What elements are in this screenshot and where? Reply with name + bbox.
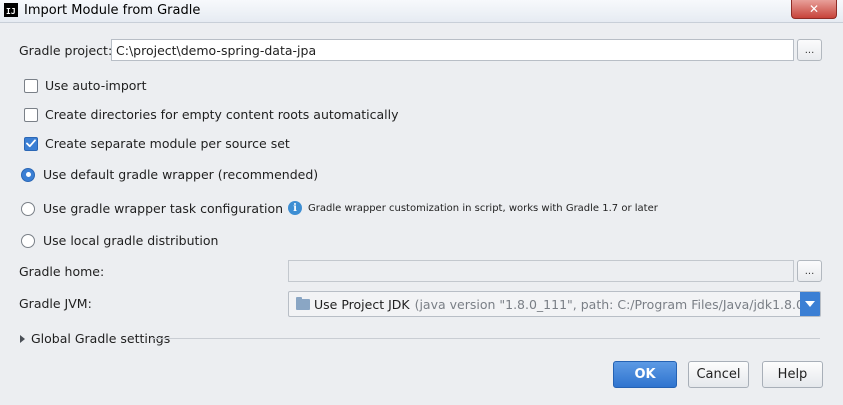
gradle-jvm-label: Gradle JVM: xyxy=(19,296,92,311)
gradle-jvm-dropdown[interactable]: Use Project JDK (java version "1.8.0_111… xyxy=(288,291,821,317)
create-directories-checkbox[interactable]: Create directories for empty content roo… xyxy=(24,107,399,122)
gradle-home-browse-button[interactable]: ... xyxy=(797,260,822,282)
dropdown-arrow[interactable] xyxy=(800,292,820,316)
info-icon: i xyxy=(288,201,302,215)
local-distribution-radio[interactable]: Use local gradle distribution xyxy=(21,233,218,248)
default-wrapper-label: Use default gradle wrapper (recommended) xyxy=(43,167,319,182)
import-module-dialog: IJ Import Module from Gradle ✕ Gradle pr… xyxy=(0,0,843,405)
use-auto-import-checkbox[interactable]: Use auto-import xyxy=(24,78,146,93)
radio-button[interactable] xyxy=(21,201,35,216)
use-auto-import-label: Use auto-import xyxy=(45,78,147,93)
help-button[interactable]: Help xyxy=(762,361,823,388)
triangle-right-icon xyxy=(20,334,25,343)
wrapper-hint: i Gradle wrapper customization in script… xyxy=(288,201,658,215)
gradle-home-label: Gradle home: xyxy=(19,264,105,279)
gradle-jvm-detail: (java version "1.8.0_111", path: C:/Prog… xyxy=(414,296,821,312)
close-button[interactable]: ✕ xyxy=(791,0,837,19)
default-wrapper-radio[interactable]: Use default gradle wrapper (recommended) xyxy=(21,167,318,182)
dialog-content: Gradle project: C:\project\demo-spring-d… xyxy=(0,23,843,405)
radio-button[interactable] xyxy=(21,233,35,248)
gradle-jvm-selected: Use Project JDK xyxy=(314,296,410,312)
wrapper-task-label: Use gradle wrapper task configuration xyxy=(43,201,284,216)
checkbox-box[interactable] xyxy=(24,107,38,122)
title-bar: IJ Import Module from Gradle ✕ xyxy=(0,0,843,23)
wrapper-hint-text: Gradle wrapper customization in script, … xyxy=(308,202,658,214)
global-gradle-settings-label: Global Gradle settings xyxy=(31,331,171,346)
window-title: Import Module from Gradle xyxy=(24,3,201,18)
section-divider xyxy=(152,338,820,339)
checkbox-box-checked[interactable] xyxy=(24,136,38,151)
separate-module-label: Create separate module per source set xyxy=(45,136,290,151)
gradle-home-input[interactable] xyxy=(288,260,794,282)
ok-button[interactable]: OK xyxy=(613,361,677,388)
global-gradle-settings-toggle[interactable]: Global Gradle settings xyxy=(20,331,170,346)
separate-module-checkbox[interactable]: Create separate module per source set xyxy=(24,136,290,151)
radio-button-selected[interactable] xyxy=(21,167,35,182)
local-distribution-label: Use local gradle distribution xyxy=(43,233,219,248)
wrapper-task-radio[interactable]: Use gradle wrapper task configuration xyxy=(21,201,283,216)
checkbox-box[interactable] xyxy=(24,78,38,93)
checkmark-icon xyxy=(26,139,36,148)
gradle-project-label: Gradle project: xyxy=(19,43,113,58)
intellij-app-icon: IJ xyxy=(4,3,18,17)
gradle-project-input[interactable]: C:\project\demo-spring-data-jpa xyxy=(111,39,794,61)
create-directories-label: Create directories for empty content roo… xyxy=(45,107,399,122)
radio-dot xyxy=(25,172,31,177)
folder-icon xyxy=(296,296,310,310)
gradle-project-browse-button[interactable]: ... xyxy=(797,39,822,61)
chevron-down-icon xyxy=(805,301,815,307)
cancel-button[interactable]: Cancel xyxy=(688,361,749,388)
